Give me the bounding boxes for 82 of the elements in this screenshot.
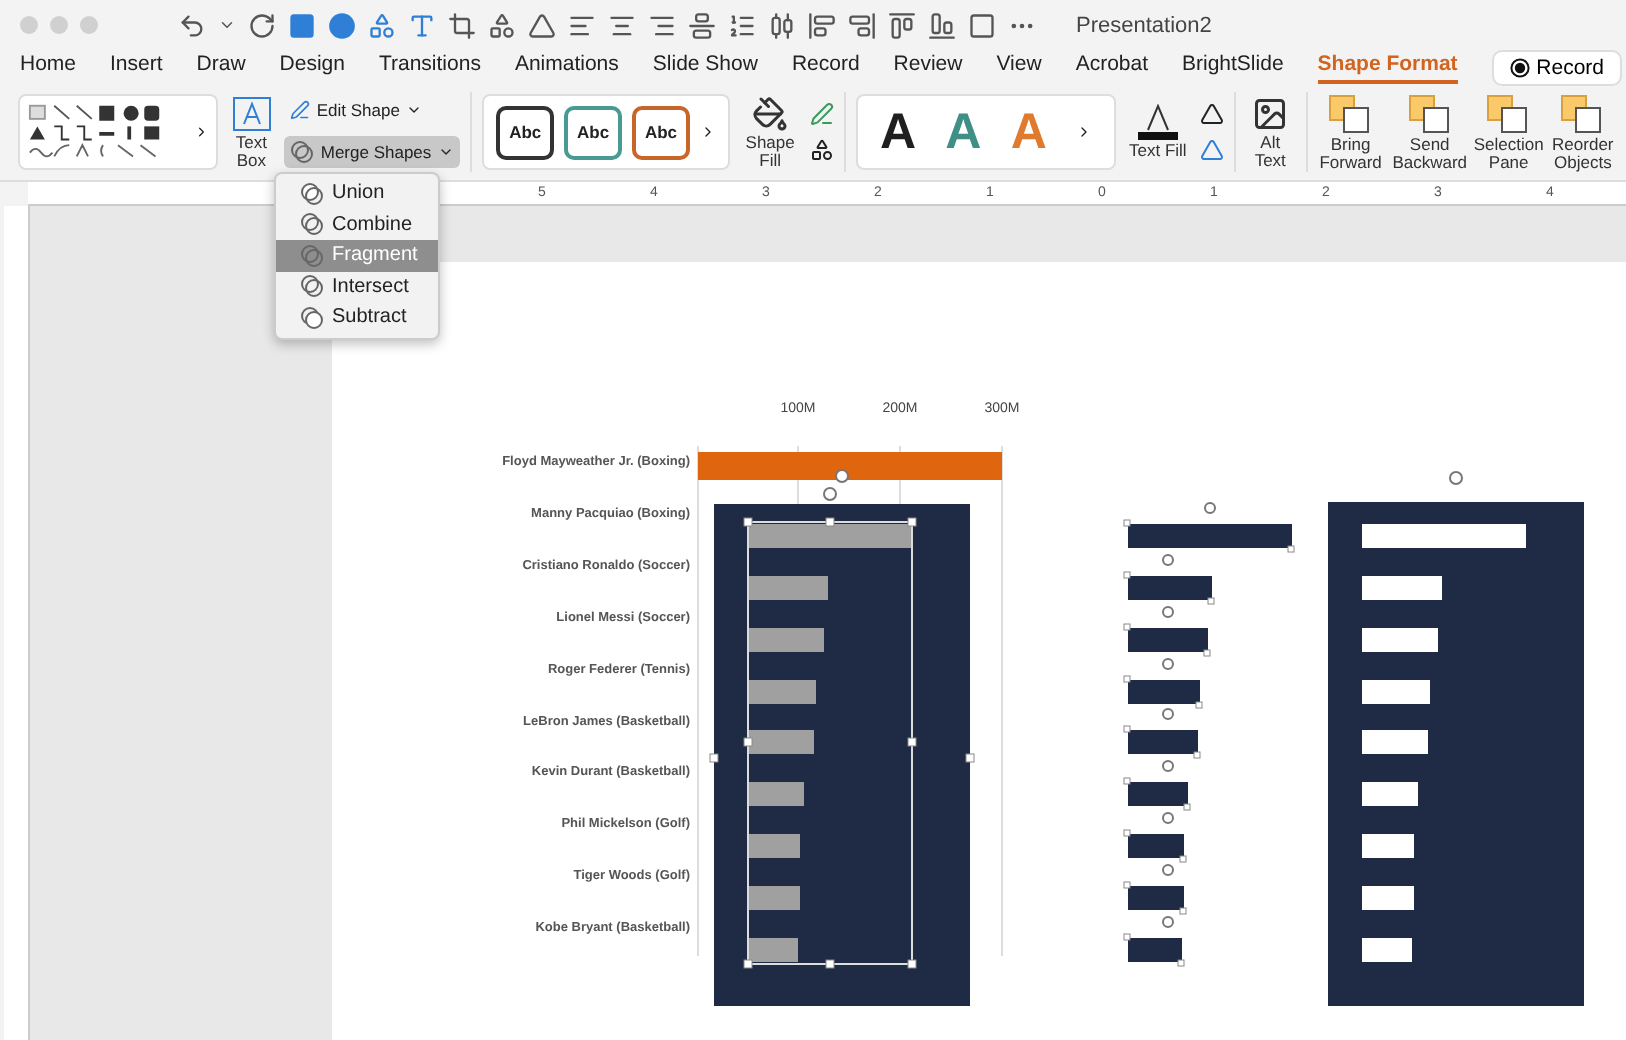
caret-icon: [437, 144, 454, 160]
merge-icon: [300, 305, 324, 330]
undo-icon[interactable]: [178, 11, 206, 39]
merge-icon: [300, 274, 324, 299]
align-center-icon[interactable]: [608, 11, 636, 39]
merge-icon: [300, 212, 324, 237]
caret-icon: [405, 102, 422, 118]
circle-icon[interactable]: [328, 11, 356, 39]
text-box-icon[interactable]: [408, 11, 436, 39]
menu-item[interactable]: Combine: [276, 209, 438, 240]
layers-icon: [1560, 93, 1605, 133]
redo-icon[interactable]: [248, 11, 276, 39]
shape-style-option[interactable]: Abc: [564, 105, 623, 159]
text-box-icon: [231, 95, 272, 131]
text-fill-button[interactable]: Text Fill: [1126, 104, 1189, 160]
merge-icon: [300, 243, 324, 268]
menu-item[interactable]: Union: [276, 178, 438, 209]
shapes-icon[interactable]: [488, 11, 516, 39]
wordart-gallery[interactable]: A A A: [855, 94, 1117, 170]
ribbon-tab[interactable]: View: [996, 51, 1042, 83]
layers-icon: [1328, 93, 1373, 133]
wordart-option[interactable]: A: [879, 103, 917, 161]
paint-bucket-icon: [752, 95, 789, 131]
bring-forward-button[interactable]: Bring Forward: [1317, 93, 1384, 171]
ribbon-tab[interactable]: Insert: [110, 51, 163, 83]
ribbon-tab[interactable]: Transitions: [378, 51, 481, 83]
ribbon-tab[interactable]: Review: [893, 51, 963, 83]
merge-icon: [290, 140, 315, 164]
merged-shape-drawing[interactable]: [1328, 471, 1584, 1006]
text-box-button[interactable]: Text Box: [228, 95, 275, 169]
triangle-icon[interactable]: [528, 11, 556, 39]
menu-item[interactable]: Subtract: [276, 302, 438, 333]
merge-icon: [300, 181, 324, 206]
align-end-icon[interactable]: [848, 11, 876, 39]
shapes-gallery[interactable]: [18, 94, 218, 170]
ribbon-tab[interactable]: Acrobat: [1075, 51, 1148, 83]
align-left-icon[interactable]: [568, 11, 596, 39]
align-bottom-icon[interactable]: [928, 11, 956, 39]
align-objects-icon[interactable]: [768, 11, 796, 39]
ribbon-tab[interactable]: Home: [20, 51, 77, 83]
reorder-objects-button[interactable]: Reorder Objects: [1551, 93, 1614, 171]
layers-icon: [1486, 93, 1531, 133]
wordart-option[interactable]: A: [945, 103, 982, 161]
alt-text-button[interactable]: Alt Text: [1244, 95, 1296, 169]
ribbon-tab[interactable]: Animations: [514, 51, 619, 83]
ribbon-tab[interactable]: Record: [791, 51, 860, 83]
ribbon-tab[interactable]: Slide Show: [652, 51, 758, 83]
shape-style-option[interactable]: Abc: [632, 105, 690, 159]
window-title: Presentation2: [1076, 13, 1212, 37]
rectangle-shape-drawing[interactable]: [709, 469, 975, 1006]
send-backward-button[interactable]: Send Backward: [1393, 93, 1466, 171]
menu-item[interactable]: Intersect: [276, 271, 438, 302]
pen-icon[interactable]: [809, 102, 834, 126]
image-icon: [1252, 95, 1289, 131]
caret-icon[interactable]: [218, 16, 236, 34]
selection-pane-button[interactable]: Selection Pane: [1475, 93, 1542, 171]
fragment-shapes-drawing[interactable]: [1123, 502, 1295, 967]
text-outline-icon[interactable]: [1199, 102, 1223, 126]
more-icon[interactable]: [193, 124, 208, 140]
align-start-icon[interactable]: [808, 11, 836, 39]
vertical-align-icon[interactable]: [688, 11, 716, 39]
ribbon-tab[interactable]: BrightSlide: [1182, 51, 1284, 83]
text-fill-icon: [1135, 104, 1180, 140]
edit-shape-button[interactable]: Edit Shape: [284, 96, 460, 124]
text-effects-icon[interactable]: [1199, 138, 1223, 162]
merge-shapes-button[interactable]: Merge Shapes: [284, 136, 460, 168]
shapes-icon[interactable]: [809, 138, 834, 162]
square-icon[interactable]: [968, 11, 996, 39]
shape-fill-button[interactable]: Shape Fill: [740, 95, 800, 169]
shape-styles-gallery[interactable]: Abc Abc Abc: [481, 94, 731, 170]
shape-style-option[interactable]: Abc: [496, 105, 555, 159]
align-top-icon[interactable]: [888, 11, 916, 39]
line-spacing-icon[interactable]: [728, 11, 756, 39]
record-button[interactable]: Record: [1492, 49, 1622, 85]
ribbon-tab[interactable]: Draw: [196, 51, 246, 83]
align-right-icon[interactable]: [648, 11, 676, 39]
edit-shape-icon: [290, 100, 311, 120]
crop-icon[interactable]: [448, 11, 476, 39]
ribbon-tab[interactable]: Design: [279, 51, 345, 83]
square-icon[interactable]: [288, 11, 316, 39]
layers-icon: [1407, 93, 1452, 133]
record-icon: [1510, 57, 1531, 77]
